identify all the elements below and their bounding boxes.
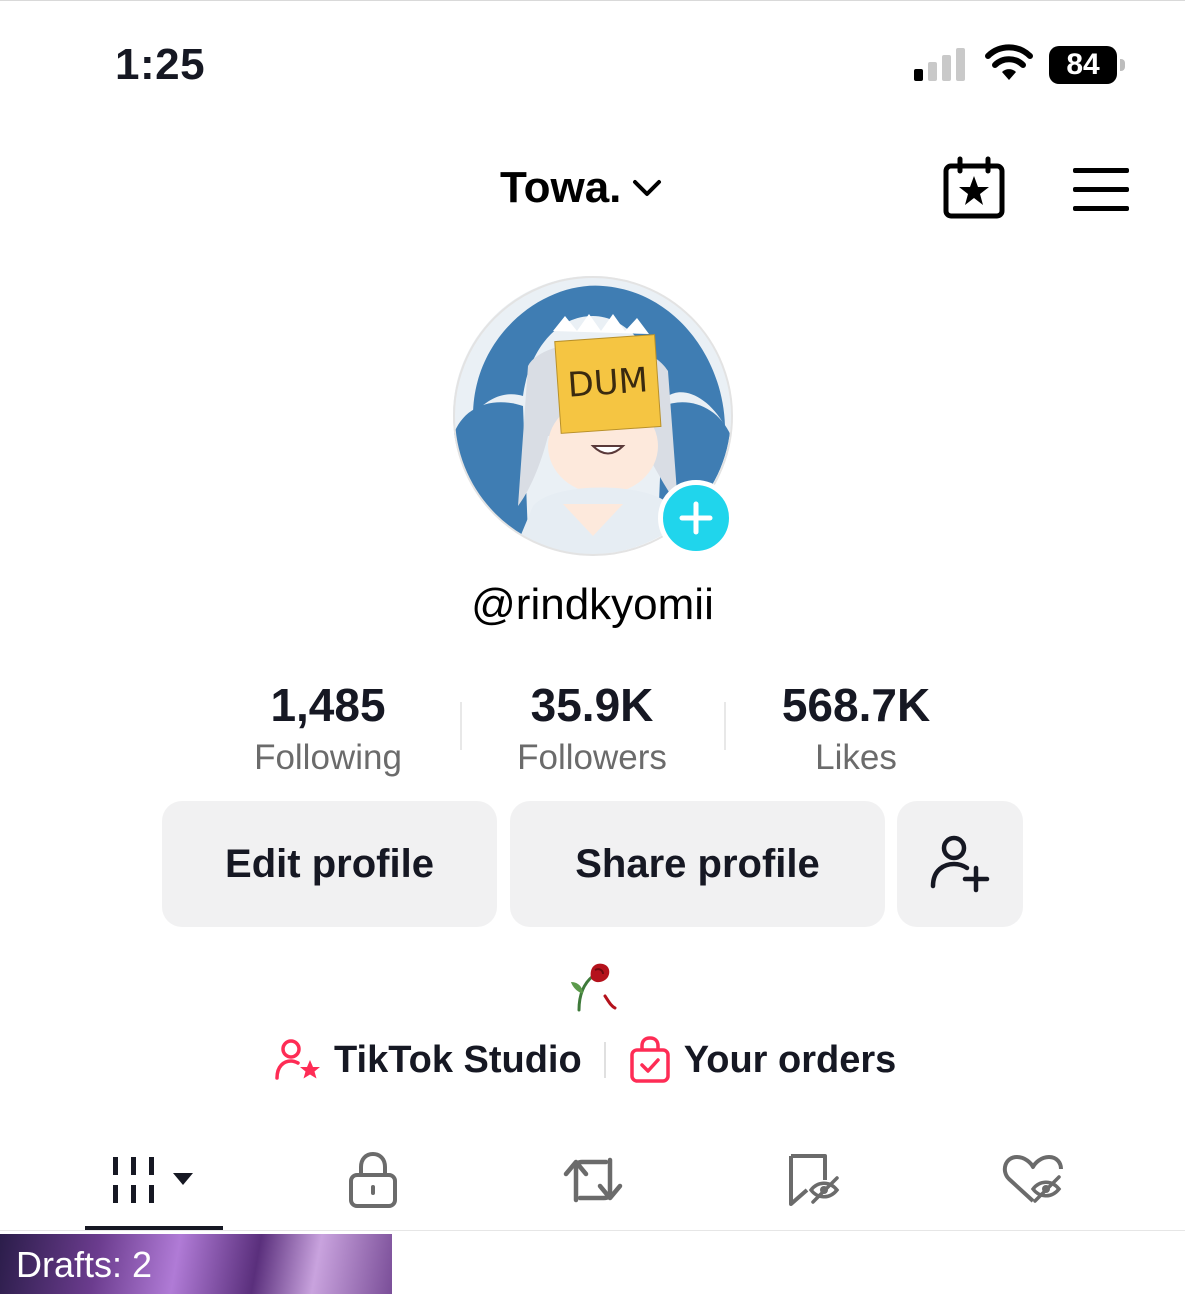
- creator-star-icon: [275, 1039, 320, 1080]
- tabs-divider: [0, 1230, 1185, 1231]
- tiktok-studio-label: TikTok Studio: [334, 1038, 582, 1081]
- battery-indicator: 84: [1049, 46, 1127, 84]
- account-name: Towa.: [500, 163, 622, 212]
- tab-reposts[interactable]: [538, 1140, 648, 1220]
- edit-profile-button[interactable]: Edit profile: [162, 801, 497, 927]
- tab-private[interactable]: [318, 1140, 428, 1220]
- stat-label: Likes: [815, 738, 897, 777]
- account-switcher[interactable]: Towa.: [500, 158, 665, 218]
- tab-favorites[interactable]: [760, 1140, 870, 1220]
- top-divider: [0, 0, 1185, 1]
- your-orders-link[interactable]: Your orders: [628, 1036, 897, 1084]
- calendar-star-icon[interactable]: [940, 156, 1008, 222]
- add-friend-button[interactable]: [897, 801, 1023, 927]
- wilted-rose-icon: [571, 963, 617, 1012]
- battery-level: 84: [1066, 48, 1100, 81]
- your-orders-label: Your orders: [683, 1038, 897, 1081]
- links-divider: [603, 1042, 606, 1078]
- plus-icon: [679, 501, 713, 535]
- videos-grid-icon: [113, 1157, 193, 1203]
- stat-following[interactable]: 1,485 Following: [198, 678, 458, 782]
- lock-icon: [349, 1151, 397, 1208]
- profile-links: TikTok Studio Your orders: [274, 1034, 896, 1086]
- tab-liked[interactable]: [978, 1140, 1088, 1220]
- share-profile-button[interactable]: Share profile: [510, 801, 885, 927]
- stat-value: 568.7K: [781, 679, 931, 731]
- stat-likes[interactable]: 568.7K Likes: [726, 678, 986, 782]
- status-time: 1:25: [115, 40, 206, 89]
- cellular-signal-icon: [914, 48, 965, 81]
- stat-value: 1,485: [270, 679, 386, 731]
- favorites-hidden-icon: [789, 1154, 840, 1206]
- hamburger-menu-icon[interactable]: [1070, 165, 1132, 215]
- liked-hidden-icon: [1002, 1155, 1063, 1203]
- tiktok-studio-link[interactable]: TikTok Studio: [274, 1038, 582, 1082]
- shopping-bag-icon: [629, 1036, 670, 1083]
- stat-label: Followers: [517, 738, 667, 777]
- chevron-down-icon: [633, 180, 662, 196]
- stat-followers[interactable]: 35.9K Followers: [462, 678, 722, 782]
- drafts-tile[interactable]: Drafts: 2: [0, 1234, 392, 1294]
- stat-value: 35.9K: [530, 679, 654, 731]
- stat-label: Following: [254, 738, 402, 777]
- bio: 🥀: [565, 960, 621, 1012]
- add-user-icon: [930, 835, 990, 893]
- repost-icon: [563, 1157, 623, 1203]
- add-story-button[interactable]: [658, 480, 734, 556]
- tab-videos[interactable]: [85, 1140, 223, 1220]
- username: @rindkyomii: [471, 580, 714, 629]
- wifi-icon: [985, 44, 1033, 80]
